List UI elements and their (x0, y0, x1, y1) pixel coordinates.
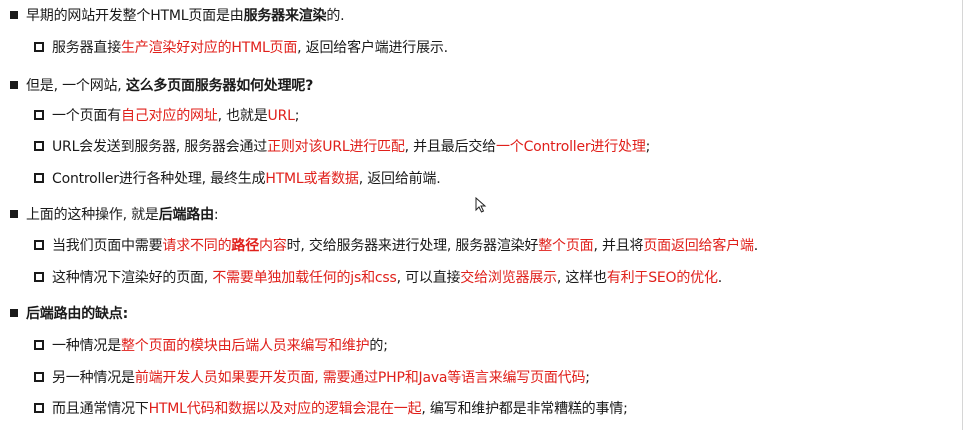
bullet-item-level1: 早期的网站开发整个HTML页面是由服务器来渲染的. (10, 6, 345, 26)
hollow-square-bullet-icon (34, 372, 44, 382)
text-segment-bold: 后端路由的缺点: (26, 306, 128, 322)
text-segment-highlight: 一个Controller进行处理 (495, 139, 646, 155)
text-segment-highlight: 生产渲染好对应的HTML页面 (121, 40, 298, 56)
text-segment: . (753, 238, 759, 254)
text-segment-highlight: 请求不同的 (162, 238, 232, 254)
text-segment: 的. (326, 8, 345, 24)
text-segment: 上面的这种操作, 就是 (26, 207, 159, 223)
text-segment: 服务器直接 (52, 40, 121, 56)
bullet-item-level2: 一个页面有自己对应的网址, 也就是URL; (34, 106, 299, 126)
text-segment-highlight: 交给浏览器展示 (460, 270, 557, 286)
bullet-item-level1: 上面的这种操作, 就是后端路由: (10, 205, 219, 225)
filled-square-bullet-icon (10, 81, 18, 89)
right-edge-rule (962, 0, 963, 430)
text-segment: Controller进行各种处理, 最终生成 (52, 171, 266, 187)
text-segment: . (717, 270, 723, 286)
bullet-item-level2: 一种情况是整个页面的模块由后端人员来编写和维护的; (34, 336, 388, 356)
text-segment: 时, 交给服务器来进行处理, 服务器渲染好 (286, 238, 539, 254)
text-segment: , 这样也 (556, 270, 607, 286)
text-segment: 早期的网站开发整个HTML页面是由 (26, 8, 244, 24)
bullet-item-level2: 而且通常情况下HTML代码和数据以及对应的逻辑会混在一起, 编写和维护都是非常糟… (34, 399, 628, 419)
text-segment: , 可以直接 (396, 270, 461, 286)
text-segment: 而且通常情况下 (52, 401, 149, 417)
bullet-item-level1: 后端路由的缺点: (10, 304, 128, 324)
text-segment: URL会发送到服务器, 服务器会通过 (52, 139, 268, 155)
mouse-pointer-icon (475, 197, 487, 213)
bullet-item-level2: 另一种情况是前端开发人员如果要开发页面, 需要通过PHP和Java等语言来编写页… (34, 368, 590, 388)
text-segment: , 返回给前端. (358, 171, 441, 187)
bullet-item-level2: Controller进行各种处理, 最终生成HTML或者数据, 返回给前端. (34, 169, 441, 189)
text-segment-highlight: 页面返回给客户端 (643, 238, 754, 254)
text-segment-highlight-bold: 路径 (231, 238, 260, 254)
text-segment-highlight: 自己对应的网址 (121, 108, 218, 124)
text-segment-highlight: HTML或者数据 (265, 171, 359, 187)
hollow-square-bullet-icon (34, 42, 44, 52)
bullet-item-level2: 这种情况下渲染好的页面, 不需要单独加载任何的js和css, 可以直接交给浏览器… (34, 268, 722, 288)
text-segment-bold: 这么多页面服务器如何处理呢? (125, 78, 314, 94)
hollow-square-bullet-icon (34, 173, 44, 183)
text-segment: , 并且将 (593, 238, 644, 254)
text-segment-highlight: 不需要单独加载任何的js和css (212, 270, 397, 286)
text-segment: , 也就是 (217, 108, 268, 124)
text-segment: 一个页面有 (52, 108, 121, 124)
text-segment-bold: 服务器来渲染 (243, 8, 327, 24)
text-segment-highlight: 正则对该URL进行匹配 (267, 139, 405, 155)
text-segment: 这种情况下渲染好的页面, (52, 270, 213, 286)
hollow-square-bullet-icon (34, 403, 44, 413)
text-segment-highlight: HTML代码和数据以及对应的逻辑会混在一起 (148, 401, 422, 417)
hollow-square-bullet-icon (34, 340, 44, 350)
text-segment: ; (294, 108, 300, 124)
bullet-item-level1: 但是, 一个网站, 这么多页面服务器如何处理呢? (10, 76, 313, 96)
text-segment: : (213, 207, 219, 223)
filled-square-bullet-icon (10, 309, 18, 317)
text-segment: 一种情况是 (52, 338, 121, 354)
text-segment-highlight: 整个页面的模块由后端人员来编写和维护 (121, 338, 370, 354)
text-segment: 的; (369, 338, 388, 354)
text-segment-highlight: 前端开发人员如果要开发页面, 需要通过PHP和Java等语言来编写页面代码 (134, 370, 586, 386)
text-segment-highlight: URL (267, 108, 295, 124)
bullet-item-level2: 服务器直接生产渲染好对应的HTML页面, 返回给客户端进行展示. (34, 38, 448, 58)
hollow-square-bullet-icon (34, 272, 44, 282)
text-segment: ; (645, 139, 651, 155)
text-segment: 当我们页面中需要 (52, 238, 163, 254)
bullet-item-level2: 当我们页面中需要请求不同的路径内容时, 交给服务器来进行处理, 服务器渲染好整个… (34, 236, 758, 256)
text-segment: 但是, 一个网站, (26, 78, 126, 94)
text-segment: , 返回给客户端进行展示. (297, 40, 448, 56)
hollow-square-bullet-icon (34, 240, 44, 250)
filled-square-bullet-icon (10, 210, 18, 218)
text-segment-bold: 后端路由 (158, 207, 214, 223)
bullet-item-level2: URL会发送到服务器, 服务器会通过正则对该URL进行匹配, 并且最后交给一个C… (34, 137, 650, 157)
hollow-square-bullet-icon (34, 141, 44, 151)
filled-square-bullet-icon (10, 11, 18, 19)
hollow-square-bullet-icon (34, 110, 44, 120)
text-segment-highlight: 有利于SEO的优化 (606, 270, 718, 286)
text-segment-highlight: 内容 (259, 238, 287, 254)
text-segment-highlight: 整个页面 (538, 238, 594, 254)
text-segment: , 编写和维护都是非常糟糕的事情; (421, 401, 628, 417)
text-segment: , 并且最后交给 (404, 139, 497, 155)
text-segment: 另一种情况是 (52, 370, 135, 386)
text-segment: ; (585, 370, 590, 386)
